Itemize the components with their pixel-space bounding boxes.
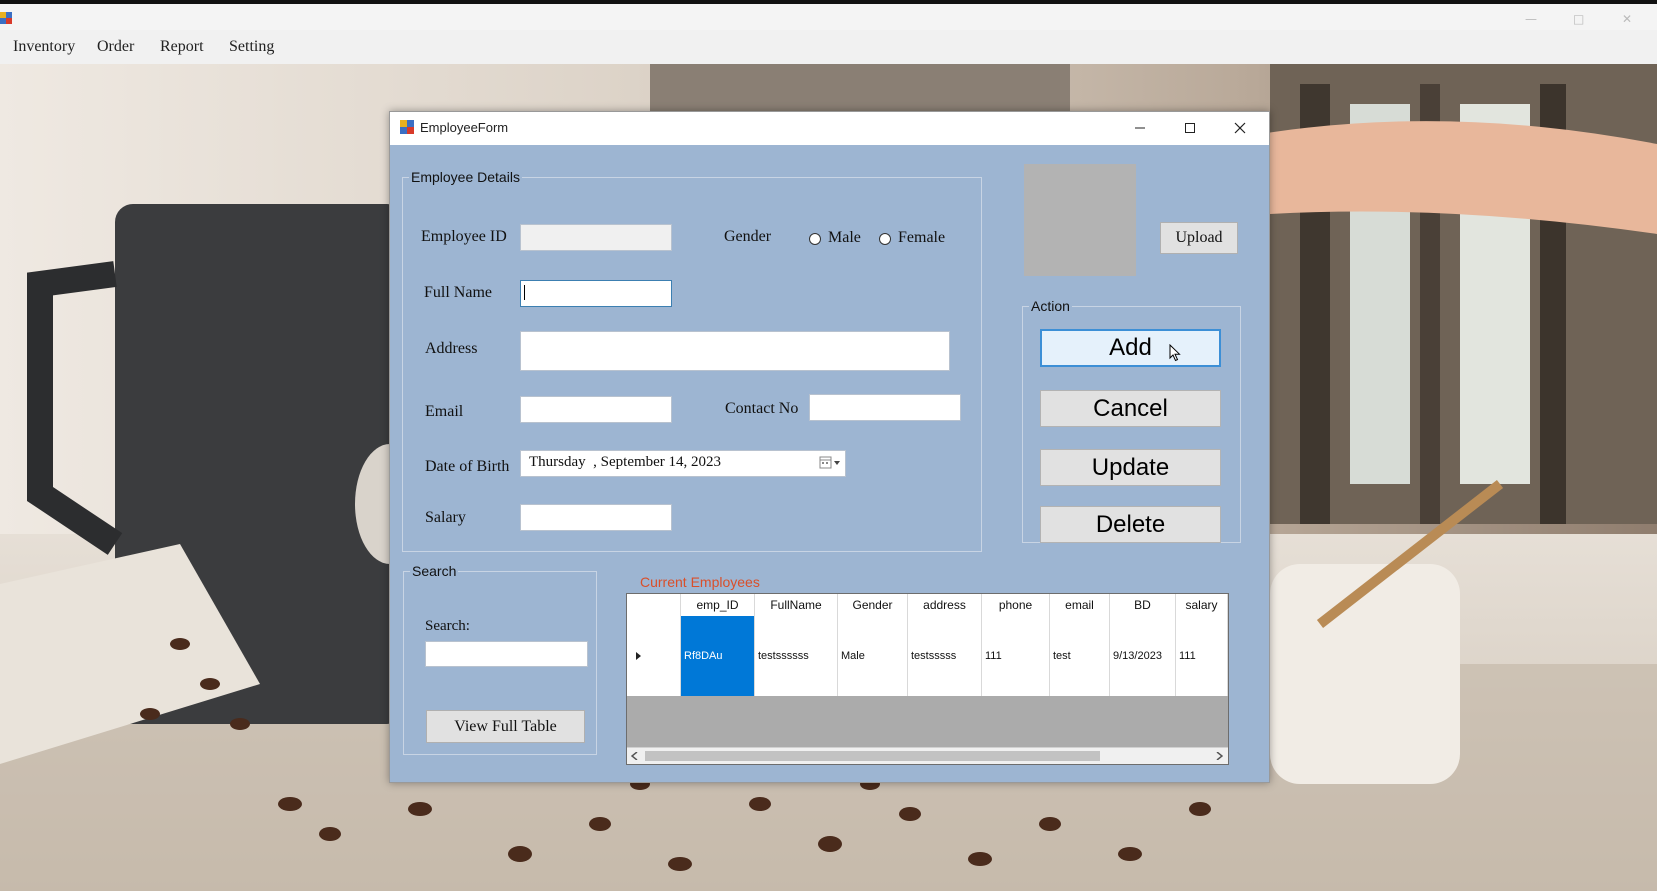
cell-bd[interactable]: 9/13/2023 [1110,616,1176,696]
gender-male-radio[interactable] [809,233,821,245]
close-icon [1234,122,1246,134]
main-close-icon[interactable]: ✕ [1622,12,1632,26]
desktop-screen: — □ ✕ Inventory Order Report Setting Emp… [0,0,1657,891]
email-field[interactable] [520,396,672,423]
current-row-arrow-icon [636,652,641,660]
main-minimize-icon[interactable]: — [1525,12,1537,26]
employee-id-label: Employee ID [421,228,507,245]
salary-label: Salary [425,509,466,526]
contact-no-field[interactable] [809,394,961,421]
cell-email[interactable]: test [1050,616,1110,696]
address-field[interactable] [520,331,950,371]
add-button[interactable]: Add [1040,329,1221,367]
contact-no-label: Contact No [725,400,799,417]
menu-report[interactable]: Report [160,38,204,56]
calendar-dropdown-icon[interactable] [819,456,841,470]
column-header-bd[interactable]: BD [1110,594,1176,616]
maximize-icon [1185,123,1195,133]
column-header-phone[interactable]: phone [982,594,1050,616]
column-header-gender[interactable]: Gender [838,594,908,616]
current-employees-label: Current Employees [640,574,760,590]
form-client-area: Employee Details Employee ID Gender Male… [390,145,1269,782]
main-maximize-icon[interactable]: □ [1573,12,1584,26]
table-row[interactable]: Rf8DAu testssssss Male testsssss 111 tes… [627,616,1228,696]
minimize-icon [1135,127,1145,129]
salary-field[interactable] [520,504,672,531]
cell-gender[interactable]: Male [838,616,908,696]
row-header[interactable] [627,616,681,696]
text-caret [524,285,525,300]
cell-fullname[interactable]: testssssss [755,616,838,696]
action-legend: Action [1031,298,1070,314]
employee-id-field[interactable] [520,224,672,251]
gender-label: Gender [724,228,772,245]
grid-header-row: emp_ID FullName Gender address phone ema… [627,594,1228,617]
employee-photo [1024,164,1136,276]
maximize-button[interactable] [1166,112,1214,144]
scrollbar-thumb[interactable] [645,751,1100,761]
view-full-table-button[interactable]: View Full Table [426,710,585,743]
cell-salary[interactable]: 111 [1176,616,1228,696]
cell-address[interactable]: testsssss [908,616,982,696]
scroll-right-icon[interactable] [1215,752,1223,760]
window-title: EmployeeForm [420,120,509,135]
address-label: Address [425,340,478,357]
date-of-birth-label: Date of Birth [425,458,510,475]
scroll-left-icon[interactable] [631,752,639,760]
form-app-icon [400,120,414,134]
full-name-label: Full Name [424,284,492,301]
search-legend: Search [412,563,457,579]
cancel-button[interactable]: Cancel [1040,390,1221,427]
date-of-birth-value: Thursday , September 14, 2023 [529,454,722,470]
search-input[interactable] [425,641,588,667]
close-button[interactable] [1216,112,1264,144]
employee-form-titlebar: EmployeeForm [390,112,1269,144]
menu-setting[interactable]: Setting [229,38,274,56]
minimize-button[interactable] [1116,112,1164,144]
menu-order[interactable]: Order [97,38,134,56]
gender-female-label[interactable]: Female [898,229,945,247]
mouse-cursor-icon [1169,344,1181,362]
upload-button[interactable]: Upload [1160,222,1238,254]
employees-grid[interactable]: emp_ID FullName Gender address phone ema… [626,593,1229,765]
cell-phone[interactable]: 111 [982,616,1050,696]
column-header-address[interactable]: address [908,594,982,616]
column-header-email[interactable]: email [1050,594,1110,616]
full-name-field[interactable] [520,280,672,307]
search-label: Search: [425,618,470,634]
cell-emp-id[interactable]: Rf8DAu [681,616,755,696]
update-button[interactable]: Update [1040,449,1221,486]
column-header-fullname[interactable]: FullName [755,594,838,616]
menu-inventory[interactable]: Inventory [13,38,75,56]
column-header-emp-id[interactable]: emp_ID [681,594,755,616]
employee-details-legend: Employee Details [411,169,520,185]
grid-row-header-corner [627,594,681,616]
grid-horizontal-scrollbar[interactable] [627,747,1228,764]
gender-male-label[interactable]: Male [828,229,861,247]
main-window-titlebar: — □ ✕ [0,4,1657,30]
employee-form-window: EmployeeForm Employee Details Employee I… [389,111,1270,783]
gender-female-radio[interactable] [879,233,891,245]
date-of-birth-picker[interactable]: Thursday , September 14, 2023 [520,450,846,477]
email-label: Email [425,403,464,420]
column-header-salary[interactable]: salary [1176,594,1228,616]
delete-button[interactable]: Delete [1040,506,1221,543]
app-icon [0,12,12,24]
menu-bar: Inventory Order Report Setting [0,30,1657,64]
